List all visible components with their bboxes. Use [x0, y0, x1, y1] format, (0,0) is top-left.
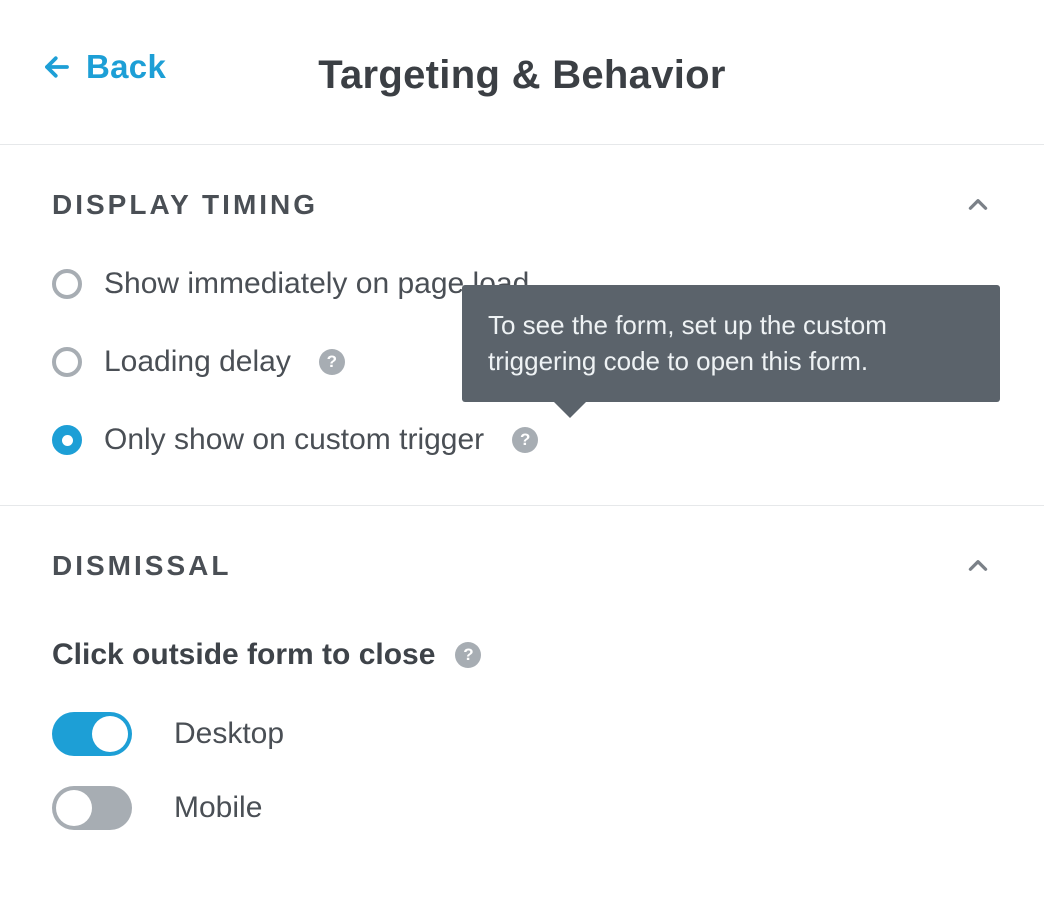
chevron-up-icon[interactable]	[964, 191, 992, 219]
dismissal-body: Click outside form to close ? Desktop Mo…	[52, 628, 992, 830]
toggle-mobile[interactable]	[52, 786, 132, 830]
dismissal-subtitle: Click outside form to close	[52, 638, 435, 672]
help-tooltip: To see the form, set up the custom trigg…	[462, 285, 1000, 402]
header-bar: Back Targeting & Behavior	[0, 0, 1044, 145]
help-icon[interactable]: ?	[455, 642, 481, 668]
toggle-row-desktop: Desktop	[52, 712, 992, 756]
section-title-display-timing: DISPLAY TIMING	[52, 189, 318, 221]
radio-icon[interactable]	[52, 425, 82, 455]
arrow-left-icon	[42, 52, 72, 82]
back-button[interactable]: Back	[42, 48, 166, 86]
toggle-label: Mobile	[174, 791, 262, 825]
back-label: Back	[86, 48, 166, 86]
section-header-dismissal[interactable]: DISMISSAL	[52, 550, 992, 582]
page-title: Targeting & Behavior	[318, 53, 726, 98]
section-header-display-timing[interactable]: DISPLAY TIMING	[52, 189, 992, 221]
radio-label: Only show on custom trigger	[104, 423, 484, 457]
dismissal-subtitle-row: Click outside form to close ?	[52, 638, 992, 672]
chevron-up-icon[interactable]	[964, 552, 992, 580]
section-title-dismissal: DISMISSAL	[52, 550, 231, 582]
radio-icon[interactable]	[52, 347, 82, 377]
radio-icon[interactable]	[52, 269, 82, 299]
radio-label: Loading delay	[104, 345, 291, 379]
radio-option-custom-trigger[interactable]: Only show on custom trigger ?	[52, 423, 992, 457]
toggle-label: Desktop	[174, 717, 284, 751]
section-display-timing: DISPLAY TIMING Show immediately on page …	[0, 145, 1044, 506]
help-icon[interactable]: ?	[319, 349, 345, 375]
section-dismissal: DISMISSAL Click outside form to close ? …	[0, 506, 1044, 878]
toggle-desktop[interactable]	[52, 712, 132, 756]
toggle-row-mobile: Mobile	[52, 786, 992, 830]
help-icon[interactable]: ?	[512, 427, 538, 453]
